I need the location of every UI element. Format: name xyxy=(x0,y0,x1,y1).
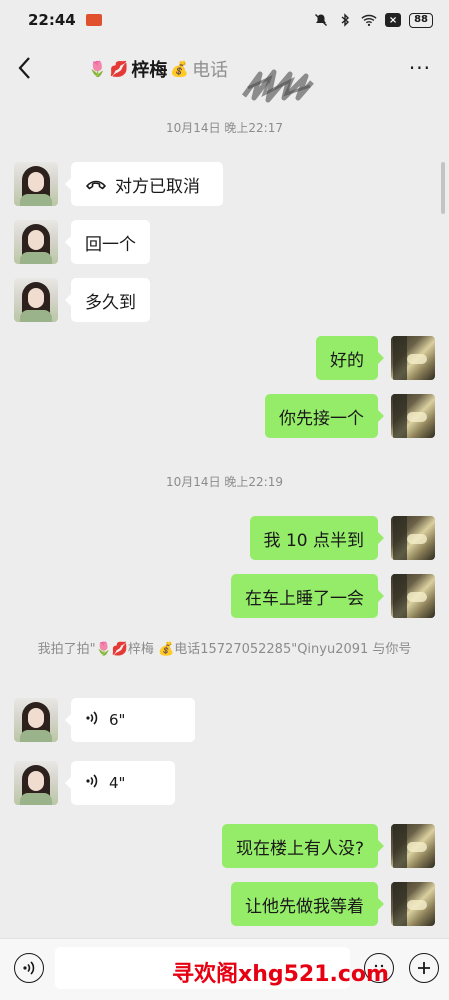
voice-wave-icon xyxy=(85,710,99,730)
app-notification-icon xyxy=(85,14,102,26)
message-bubble-outgoing[interactable]: 让他先做我等着 xyxy=(231,882,384,926)
redaction-scribble xyxy=(241,69,314,103)
my-avatar[interactable] xyxy=(391,824,435,868)
contact-avatar[interactable] xyxy=(14,698,58,742)
chat-header: 🌷 💋 梓梅 💰 电话 ··· xyxy=(0,40,449,103)
message-bubble-incoming[interactable]: 多久到 xyxy=(65,278,150,322)
voice-message-bubble[interactable]: 4" xyxy=(65,761,175,805)
message-text: 好的 xyxy=(330,350,364,371)
message-bubble-incoming[interactable]: 对方已取消 xyxy=(65,162,223,206)
voice-duration: 4" xyxy=(109,774,126,792)
chat-title: 🌷 💋 梓梅 💰 电话 xyxy=(88,56,228,82)
money-bag-emoji: 💰 xyxy=(170,60,190,78)
message-bubble-outgoing[interactable]: 在车上睡了一会 xyxy=(231,574,384,618)
watermark-text: 寻欢阁xhg521.com xyxy=(172,962,389,987)
mute-bell-icon xyxy=(313,12,329,28)
wifi-icon xyxy=(361,12,377,28)
status-icons: × 88 xyxy=(313,12,433,28)
voice-input-button[interactable] xyxy=(14,953,44,983)
voice-icon xyxy=(23,961,35,975)
bluetooth-icon xyxy=(337,12,353,28)
message-text: 我 10 点半到 xyxy=(263,530,364,551)
status-bar: 22:44 × 88 xyxy=(0,0,449,40)
message-text: 多久到 xyxy=(85,292,136,313)
tulip-emoji: 🌷 xyxy=(88,60,107,78)
my-avatar[interactable] xyxy=(391,574,435,618)
message-bubble-outgoing[interactable]: 现在楼上有人没? xyxy=(221,824,385,868)
more-actions-button[interactable] xyxy=(409,953,439,983)
scrollbar[interactable] xyxy=(441,162,445,214)
sim-x-icon: × xyxy=(385,13,402,27)
message-text: 回一个 xyxy=(85,234,136,255)
contact-avatar[interactable] xyxy=(14,220,58,264)
voice-duration: 6" xyxy=(109,711,126,729)
contact-name-suffix: 电话 xyxy=(192,60,229,81)
contact-name: 梓梅 xyxy=(131,60,168,81)
message-timestamp: 10月14日 晚上22:17 xyxy=(166,121,283,135)
my-avatar[interactable] xyxy=(391,882,435,926)
message-text: 在车上睡了一会 xyxy=(245,588,364,609)
message-bubble-outgoing[interactable]: 你先接一个 xyxy=(265,394,384,438)
message-bubble-outgoing[interactable]: 好的 xyxy=(316,336,384,380)
chevron-left-icon xyxy=(18,57,30,79)
battery-indicator: 88 xyxy=(409,12,433,28)
message-text: 让他先做我等着 xyxy=(245,896,364,917)
message-text: 对方已取消 xyxy=(115,176,200,197)
kiss-emoji: 💋 xyxy=(109,60,129,78)
back-button[interactable] xyxy=(14,54,36,82)
voice-message-bubble[interactable]: 6" xyxy=(65,698,195,742)
contact-avatar[interactable] xyxy=(14,162,58,206)
phone-hangup-icon xyxy=(86,180,106,190)
my-avatar[interactable] xyxy=(391,336,435,380)
message-bubble-outgoing[interactable]: 我 10 点半到 xyxy=(249,516,385,560)
plus-icon xyxy=(418,962,430,974)
my-avatar[interactable] xyxy=(391,516,435,560)
message-text: 现在楼上有人没? xyxy=(235,838,364,859)
more-options-button[interactable]: ··· xyxy=(409,56,431,80)
status-time: 22:44 xyxy=(28,11,76,29)
message-bubble-incoming[interactable]: 回一个 xyxy=(65,220,150,264)
system-pat-message: 我拍了拍"🌷💋梓梅 💰电话15727052285"Qinyu2091 与你号 xyxy=(37,642,412,657)
my-avatar[interactable] xyxy=(391,394,435,438)
voice-wave-icon xyxy=(85,773,99,793)
message-text: 你先接一个 xyxy=(279,408,364,429)
message-timestamp: 10月14日 晚上22:19 xyxy=(166,475,283,489)
contact-avatar[interactable] xyxy=(14,278,58,322)
contact-avatar[interactable] xyxy=(14,761,58,805)
